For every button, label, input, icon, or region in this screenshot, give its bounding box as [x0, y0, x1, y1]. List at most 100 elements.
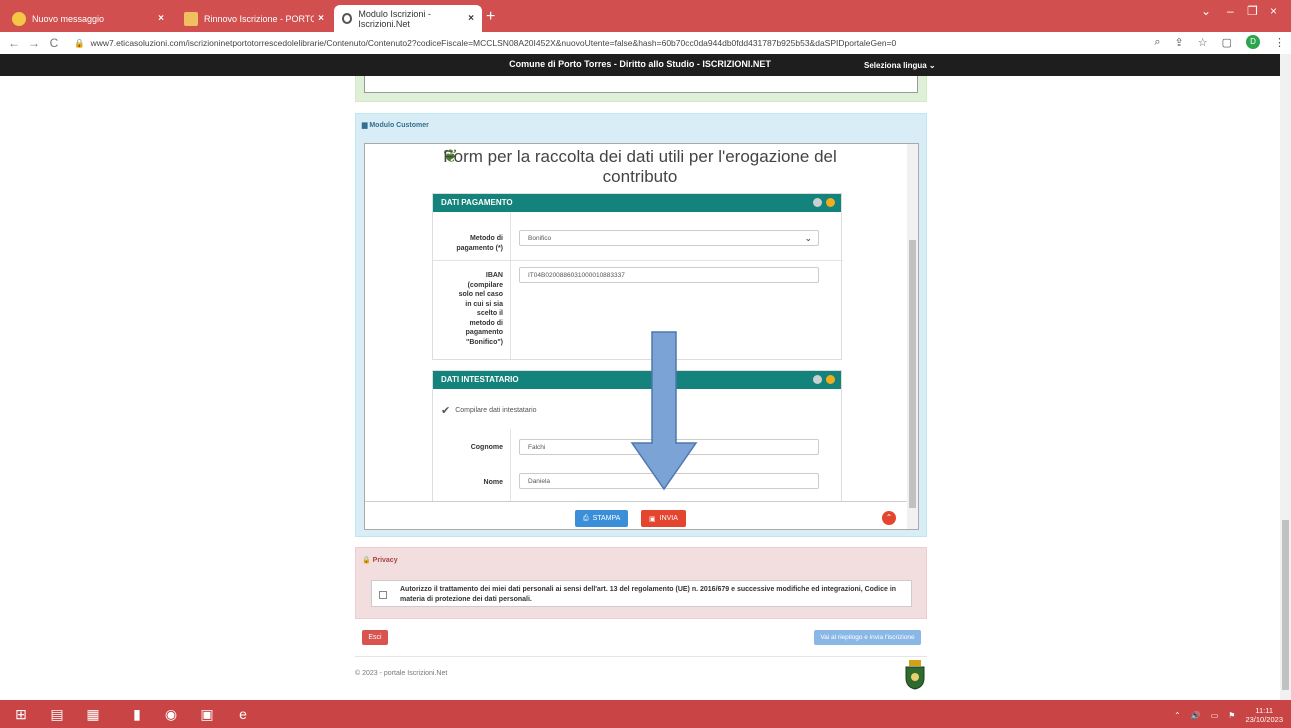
collapse-icon[interactable]	[826, 375, 835, 384]
tab-rinnovo-iscrizione[interactable]: Rinnovo Iscrizione - PORTO TORR ×	[176, 5, 332, 32]
metodo-pagamento-select[interactable]: Bonifico ⌄	[519, 230, 819, 246]
municipality-crest-icon	[905, 660, 925, 690]
privacy-heading: 🔒 Privacy	[362, 556, 398, 564]
stampa-button[interactable]: ⎙ STAMPA	[575, 510, 629, 527]
tab-title: Modulo Iscrizioni - Iscrizioni.Net	[358, 8, 431, 29]
internet-explorer-icon[interactable]: e	[232, 704, 254, 724]
language-label: Seleziona lingua	[864, 61, 927, 70]
section-title: DATI PAGAMENTO	[441, 198, 513, 207]
page-scrollbar[interactable]	[1280, 54, 1291, 700]
tab-title: Nuovo messaggio	[32, 13, 105, 24]
network-icon[interactable]: ▭	[1211, 711, 1219, 720]
zoom-icon[interactable]: ⌕	[1154, 36, 1160, 49]
clock-time: 11:11	[1255, 706, 1274, 715]
invia-label: INVIA	[659, 515, 678, 522]
mail-icon	[12, 11, 26, 26]
collapse-icon[interactable]	[826, 198, 835, 207]
stampa-label: STAMPA	[592, 515, 621, 522]
close-icon[interactable]: ×	[318, 13, 324, 24]
windows-start-icon[interactable]: ⊞	[10, 704, 32, 724]
compila-intestatario-toggle[interactable]: ✔ Compilare dati intestatario	[441, 404, 537, 417]
privacy-consent: Autorizzo il trattamento dei miei dati p…	[371, 580, 912, 607]
minimize-icon[interactable]: –	[1227, 4, 1234, 18]
privacy-text: Autorizzo il trattamento dei miei dati p…	[400, 586, 897, 603]
site-title: Comune di Porto Torres - Diritto allo St…	[509, 59, 771, 69]
tab-modulo-iscrizioni[interactable]: Modulo Iscrizioni - Iscrizioni.Net ×	[334, 5, 482, 32]
form-actions-bar: ⎙ STAMPA ▣ INVIA ⌃	[365, 501, 909, 529]
volume-icon[interactable]: 🔊	[1191, 711, 1201, 720]
annotation-arrow	[630, 331, 698, 491]
tray-chevron-icon[interactable]: ⌃	[1174, 711, 1181, 720]
riepilogo-button[interactable]: Vai al riepilogo e invia l'iscrizione	[814, 630, 921, 645]
nome-label: Nome	[483, 479, 503, 486]
privacy-checkbox[interactable]	[379, 591, 387, 599]
privacy-title: Privacy	[372, 557, 398, 564]
close-icon[interactable]: ×	[468, 13, 474, 24]
check-icon[interactable]	[813, 375, 822, 384]
clock-date: 23/10/2023	[1245, 715, 1283, 724]
close-icon[interactable]: ×	[158, 13, 164, 24]
frame-scrollbar[interactable]	[907, 144, 918, 529]
divider	[510, 212, 511, 359]
share-icon[interactable]: ⇪	[1175, 36, 1184, 49]
url-text: www7.eticasoluzioni.com/iscrizioninetpor…	[90, 37, 897, 48]
document-icon: ▆	[362, 122, 368, 129]
chevron-down-icon: ⌄	[928, 61, 936, 70]
forward-icon[interactable]: →	[24, 36, 44, 50]
chrome-icon[interactable]: ◉	[160, 704, 182, 724]
save-icon: ▣	[649, 515, 656, 523]
metodo-pagamento-label: Metodo di pagamento (*)	[456, 235, 503, 252]
taskbar: ⊞ ▤ ▦ ▮ ◉ ▣ e ⌃ 🔊 ▭ ⚑ 11:11 23/10/2023	[0, 700, 1291, 728]
section-title: DATI INTESTATARIO	[441, 375, 519, 384]
esci-button[interactable]: Esci	[362, 630, 388, 645]
invia-button[interactable]: ▣ INVIA	[641, 510, 686, 527]
frame-scroll-thumb[interactable]	[909, 240, 916, 508]
copyright-text: © 2023 - portale Iscrizioni.Net	[355, 670, 448, 677]
restore-icon[interactable]: ❐	[1247, 4, 1258, 18]
reload-icon[interactable]: C	[44, 36, 64, 50]
clock[interactable]: 11:11 23/10/2023	[1245, 706, 1283, 724]
row-divider	[433, 260, 843, 261]
side-panel-icon[interactable]: ▢	[1222, 36, 1232, 49]
chevron-down-icon[interactable]: ⌄	[1201, 4, 1211, 18]
lock-icon: 🔒	[74, 37, 85, 48]
site-favicon-icon	[184, 11, 198, 26]
printer-icon: ⎙	[583, 514, 589, 522]
previous-panel-body	[364, 76, 918, 93]
form-title: Form per la raccolta dei dati utili per …	[443, 147, 837, 186]
divider	[355, 656, 927, 657]
system-tray: ⌃ 🔊 ▭ ⚑ 11:11 23/10/2023	[1174, 706, 1283, 724]
profile-avatar[interactable]: D	[1246, 35, 1260, 49]
customer-panel-heading: ▆ Modulo Customer	[362, 121, 429, 129]
bookmark-star-icon[interactable]: ☆	[1198, 36, 1208, 49]
close-window-icon[interactable]: ×	[1270, 4, 1277, 18]
language-selector[interactable]: Seleziona lingua ⌄	[864, 61, 936, 70]
notification-icon[interactable]: ⚑	[1228, 711, 1235, 720]
metodo-pagamento-value: Bonifico	[528, 235, 552, 242]
iban-label: IBAN (compilare solo nel caso in cui si …	[458, 272, 503, 346]
menu-icon[interactable]: ⋮	[1274, 36, 1285, 49]
previous-panel	[355, 76, 927, 102]
tab-nuovo-messaggio[interactable]: Nuovo messaggio ×	[4, 5, 172, 32]
back-icon[interactable]: ←	[4, 36, 24, 50]
app-icon[interactable]: ▮	[126, 704, 148, 724]
iban-input[interactable]: IT04B0200886031000010883337	[519, 267, 819, 283]
file-explorer-icon[interactable]: ▤	[46, 704, 68, 724]
section-header: DATI PAGAMENTO	[433, 194, 841, 212]
url-field[interactable]: 🔒 www7.eticasoluzioni.com/iscrizioninetpo…	[74, 38, 896, 49]
scroll-up-icon[interactable]: ⌃	[882, 511, 896, 525]
document-icon[interactable]: ▣	[196, 704, 218, 724]
store-icon[interactable]: ▦	[82, 704, 104, 724]
scroll-thumb[interactable]	[1282, 520, 1289, 690]
checkmark-icon: ✔	[441, 405, 451, 417]
divider	[510, 429, 511, 506]
cognome-label: Cognome	[470, 444, 503, 451]
check-icon[interactable]	[813, 198, 822, 207]
compila-intestatario-label: Compilare dati intestatario	[455, 407, 537, 414]
browser-tab-bar: Nuovo messaggio × Rinnovo Iscrizione - P…	[0, 0, 1291, 32]
globe-icon	[342, 13, 353, 24]
privacy-panel: 🔒 Privacy Autorizzo il trattamento dei m…	[355, 547, 927, 619]
address-bar: ← → C 🔒 www7.eticasoluzioni.com/iscrizion…	[0, 32, 1291, 54]
new-tab-icon[interactable]: +	[486, 8, 495, 26]
chevron-down-icon: ⌄	[804, 233, 812, 243]
